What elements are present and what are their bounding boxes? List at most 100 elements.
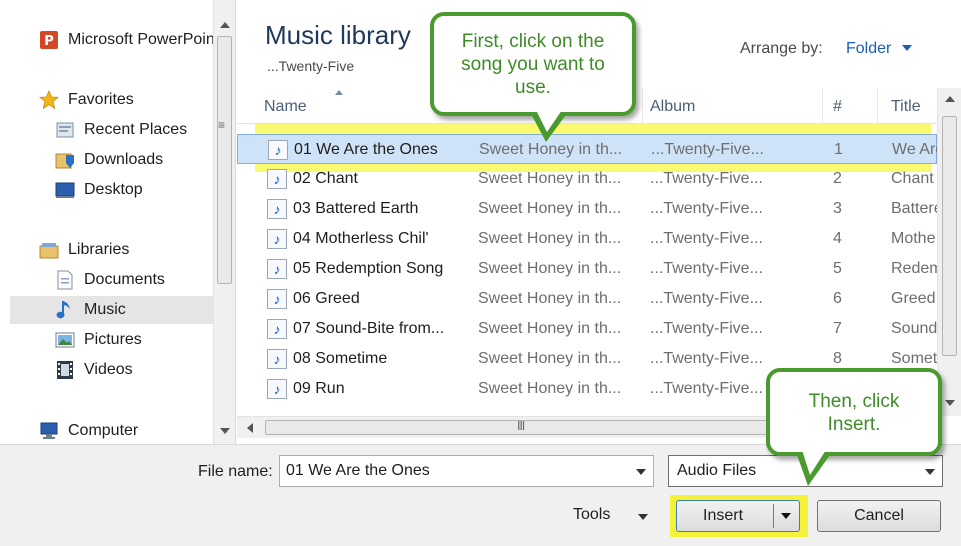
- artist-cell: Sweet Honey in th...: [478, 350, 622, 367]
- album-cell: ...Twenty-Five...: [650, 200, 763, 217]
- scroll-down-icon[interactable]: [220, 428, 230, 434]
- callout-pointer-fill: [536, 110, 562, 132]
- nav-item-label: Pictures: [84, 331, 142, 348]
- file-name-cell: 06 Greed: [293, 290, 360, 307]
- album-cell: ...Twenty-Five...: [650, 170, 763, 187]
- file-name-label: File name:: [198, 463, 273, 480]
- table-row[interactable]: ♪ 04 Motherless Chil' Sweet Honey in th...…: [237, 224, 937, 254]
- pictures-icon: [54, 330, 76, 350]
- artist-cell: Sweet Honey in th...: [478, 200, 622, 217]
- table-row-selected[interactable]: ♪ 01 We Are the Ones Sweet Honey in th....…: [237, 134, 938, 164]
- callout-pointer-fill: [802, 450, 826, 475]
- nav-item-recent-places[interactable]: Recent Places: [54, 116, 187, 144]
- nav-item-documents[interactable]: Documents: [54, 266, 165, 294]
- powerpoint-icon: P: [38, 30, 60, 50]
- music-note-icon: [54, 300, 76, 320]
- nav-item-pictures[interactable]: Pictures: [54, 326, 142, 354]
- artist-cell: Sweet Honey in th...: [478, 320, 622, 337]
- album-cell: ...Twenty-Five...: [650, 320, 763, 337]
- nav-item-videos[interactable]: Videos: [54, 356, 133, 384]
- scroll-down-icon[interactable]: [945, 400, 955, 406]
- cancel-button[interactable]: Cancel: [817, 500, 941, 532]
- nav-vertical-scrollbar[interactable]: ≡: [213, 0, 235, 444]
- music-file-icon: ♪: [267, 229, 287, 249]
- music-file-icon: ♪: [267, 289, 287, 309]
- file-name-value[interactable]: 01 We Are the Ones: [286, 462, 430, 480]
- callout-text: First, click on the song you want to use…: [461, 31, 605, 98]
- scrollbar-thumb[interactable]: [942, 116, 957, 356]
- documents-icon: [54, 270, 76, 290]
- title-cell: Chant: [891, 170, 934, 187]
- column-divider[interactable]: [877, 88, 878, 124]
- column-divider[interactable]: [642, 88, 643, 124]
- album-cell: ...Twenty-Five...: [651, 141, 764, 158]
- nav-item-powerpoint[interactable]: P Microsoft PowerPoint: [38, 26, 219, 54]
- music-file-icon: ♪: [268, 140, 288, 160]
- star-icon: [38, 90, 60, 110]
- callout-text: Then, click Insert.: [808, 391, 900, 435]
- nav-item-label: Computer: [68, 422, 139, 439]
- track-number-cell: 1: [834, 141, 843, 158]
- file-type-value[interactable]: Audio Files: [677, 462, 756, 480]
- music-file-icon: ♪: [267, 379, 287, 399]
- library-subtitle: ...Twenty-Five: [267, 58, 355, 74]
- cancel-button-label: Cancel: [854, 507, 904, 524]
- chevron-down-icon[interactable]: [638, 514, 648, 520]
- title-cell: Battere: [891, 200, 937, 217]
- callout-select-song: First, click on the song you want to use…: [430, 12, 636, 116]
- title-cell: Redem: [891, 260, 937, 277]
- track-number-cell: 3: [833, 200, 842, 217]
- title-cell: Greed: [891, 290, 936, 307]
- svg-text:P: P: [44, 34, 54, 49]
- chevron-down-icon[interactable]: [636, 469, 646, 475]
- table-row[interactable]: ♪ 07 Sound-Bite from... Sweet Honey in th.…: [237, 314, 937, 344]
- column-header-number[interactable]: #: [833, 98, 842, 116]
- arrange-by-dropdown[interactable]: Folder: [846, 40, 891, 58]
- column-header-album[interactable]: Album: [650, 98, 695, 116]
- scroll-left-icon[interactable]: [247, 423, 253, 433]
- scroll-up-icon[interactable]: [220, 22, 230, 28]
- artist-cell: Sweet Honey in th...: [478, 260, 622, 277]
- tools-menu[interactable]: Tools: [573, 506, 610, 524]
- nav-item-downloads[interactable]: Downloads: [54, 146, 163, 174]
- library-icon: [38, 240, 60, 260]
- downloads-icon: [54, 150, 76, 170]
- file-name-cell: 08 Sometime: [293, 350, 388, 367]
- nav-item-libraries[interactable]: Libraries: [38, 236, 129, 264]
- table-row[interactable]: ♪ 02 Chant Sweet Honey in th... ...Twenty-F…: [237, 164, 937, 194]
- artist-cell: Sweet Honey in th...: [479, 141, 623, 158]
- grip-icon: ≡: [218, 118, 226, 132]
- file-name-cell: 07 Sound-Bite from...: [293, 320, 445, 337]
- album-cell: ...Twenty-Five...: [650, 350, 763, 367]
- nav-item-favorites[interactable]: Favorites: [38, 86, 134, 114]
- album-cell: ...Twenty-Five...: [650, 260, 763, 277]
- table-row[interactable]: ♪ 05 Redemption Song Sweet Honey in th....…: [237, 254, 937, 284]
- nav-item-label: Downloads: [84, 151, 164, 168]
- file-name-cell: 01 We Are the Ones: [294, 141, 438, 158]
- column-header-name[interactable]: Name: [264, 98, 307, 116]
- scrollbar-thumb[interactable]: [217, 36, 232, 284]
- file-name-input[interactable]: 01 We Are the Ones: [279, 455, 654, 487]
- grip-icon: Ⅲ: [517, 419, 526, 433]
- chevron-down-icon[interactable]: [902, 45, 912, 51]
- chevron-down-icon[interactable]: [925, 469, 935, 475]
- insert-options-chevron-icon[interactable]: [781, 513, 791, 519]
- nav-item-desktop[interactable]: Desktop: [54, 176, 143, 204]
- insert-button[interactable]: Insert: [676, 500, 800, 532]
- nav-item-music[interactable]: Music: [10, 296, 213, 324]
- column-divider[interactable]: [822, 88, 823, 124]
- library-title: Music library: [265, 20, 411, 50]
- nav-item-label: Desktop: [84, 181, 143, 198]
- table-row[interactable]: ♪ 06 Greed Sweet Honey in th... ...Twenty-F…: [237, 284, 937, 314]
- artist-cell: Sweet Honey in th...: [478, 290, 622, 307]
- track-number-cell: 5: [833, 260, 842, 277]
- title-cell: Mothe: [891, 230, 936, 247]
- scroll-up-icon[interactable]: [945, 96, 955, 102]
- file-name-cell: 02 Chant: [293, 170, 358, 187]
- file-name-cell: 04 Motherless Chil': [293, 230, 429, 247]
- nav-item-computer[interactable]: Computer: [38, 417, 138, 444]
- arrange-by-label: Arrange by:: [740, 40, 823, 57]
- column-header-title[interactable]: Title: [891, 98, 921, 116]
- table-row[interactable]: ♪ 03 Battered Earth Sweet Honey in th.....…: [237, 194, 937, 224]
- list-vertical-scrollbar[interactable]: [937, 88, 961, 416]
